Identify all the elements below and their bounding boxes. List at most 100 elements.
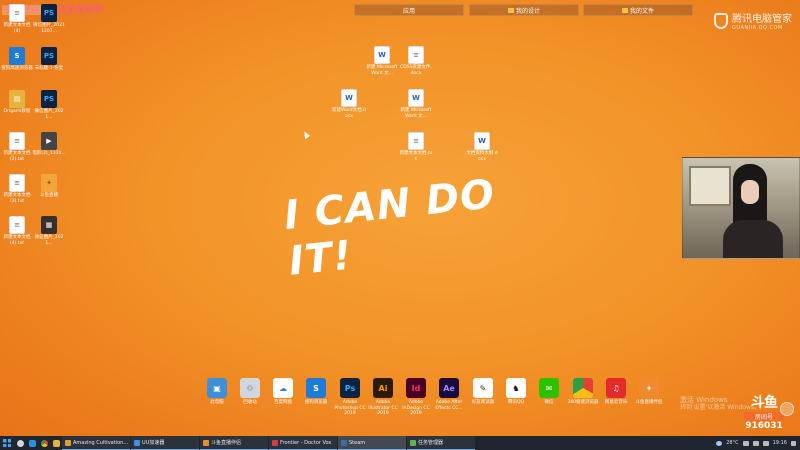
- tencent-pc-manager-watermark: 腾讯电脑管家 GUANJIA.QQ.COM: [714, 10, 792, 31]
- dock-item-label: 此电脑: [210, 400, 224, 405]
- taskbar-pinned-explorer[interactable]: [50, 436, 62, 450]
- dock-item-wechat[interactable]: ✉ 微信: [532, 378, 566, 406]
- streamer-body: [723, 220, 783, 258]
- desktop-icon[interactable]: PS 微信图片_2021...: [32, 90, 66, 120]
- uu-accelerator-icon: [134, 439, 140, 446]
- taskbar-task[interactable]: Frontier - Doctor Vox: [269, 436, 337, 450]
- desktop-icon[interactable]: ≡ 新建文本文档.txt: [399, 132, 433, 162]
- desktop-icon[interactable]: PS 未标题-1-恢复: [32, 47, 66, 72]
- taskbar-task-label: 斗鱼直播伴侣: [211, 440, 242, 446]
- room-label: 房间号: [744, 412, 784, 421]
- desktop-icon[interactable]: PS 微信图片_20211207...: [32, 4, 66, 34]
- dock-item-label: 好友阅读器: [471, 400, 495, 405]
- chrome-icon: [40, 439, 48, 447]
- mouse-cursor-icon: [301, 129, 311, 140]
- dock-item-photoshop[interactable]: Ps Adobe Photoshop CC 2019: [333, 378, 367, 417]
- desktop-dock: ▣ 此电脑 ♲ 回收站 ☁ 百度网盘 S 搜狗浏览器 Ps Adobe Phot…: [200, 378, 680, 418]
- desktop-icon-label: 新建Word文档.docx: [332, 108, 366, 119]
- dock-item-this-pc[interactable]: ▣ 此电脑: [200, 378, 234, 406]
- desktop-icon[interactable]: W 新建 Microsoft Word 文...: [365, 46, 399, 76]
- steam-icon: [341, 439, 347, 446]
- dock-item-douyu[interactable]: ✦ 斗鱼直播伴侣: [632, 378, 666, 406]
- taskbar-task[interactable]: Steam: [338, 436, 406, 450]
- dock-item-baidu-netdisk[interactable]: ☁ 百度网盘: [266, 378, 300, 406]
- taskbar-task[interactable]: Amazing Cultivation...: [62, 436, 130, 450]
- taskbar-pinned-ie[interactable]: [26, 436, 38, 450]
- sogou-browser-icon: S: [306, 378, 326, 398]
- notification-icon[interactable]: [791, 440, 796, 446]
- douyu-fish-icon: [780, 402, 794, 416]
- sogou-browser-icon: S: [9, 47, 25, 65]
- browser-icon: [573, 378, 593, 398]
- temperature: 28°C: [726, 440, 739, 446]
- folder-icon: [621, 7, 628, 13]
- dock-item-label: 百度网盘: [274, 400, 292, 405]
- taskbar-task-label: UU加速器: [142, 440, 165, 446]
- fence-apps[interactable]: 应用: [354, 4, 464, 16]
- desktop-icon[interactable]: ▤ Origami教程: [0, 90, 34, 115]
- desktop-icon-label: 新建 Microsoft Word 文...: [366, 65, 398, 76]
- desktop-icon-label: 斗鱼直播: [40, 193, 58, 198]
- desktop-icon[interactable]: ≡ 新建文本文档 (4): [0, 4, 34, 34]
- taskbar-task[interactable]: 斗鱼直播伴侣: [200, 436, 268, 450]
- input-method-icon[interactable]: [762, 440, 769, 446]
- fence-designs[interactable]: 我的设计: [469, 4, 579, 16]
- desktop-icon-label: 新建文本文档.txt: [399, 151, 433, 162]
- start-button[interactable]: [0, 436, 14, 450]
- desktop-icon[interactable]: W 新建Word文档.docx: [332, 89, 366, 119]
- volume-icon[interactable]: [752, 440, 759, 446]
- word-file-icon: W: [374, 46, 390, 64]
- taskbar-task-label: 任务管理器: [418, 440, 444, 446]
- app-icon: [272, 439, 278, 446]
- clock[interactable]: 19:16: [773, 440, 787, 446]
- watermark-domain: GUANJIA.QQ.COM: [732, 25, 783, 31]
- taskbar-pinned-chrome[interactable]: [38, 436, 50, 450]
- desktop-icon[interactable]: S 搜狗高速浏览器: [0, 47, 34, 72]
- streamer-face: [741, 180, 759, 204]
- weather-icon[interactable]: [716, 440, 723, 446]
- dock-item-after-effects[interactable]: Ae Adobe After Effects CC...: [432, 378, 466, 411]
- dock-item-reader[interactable]: ✎ 好友阅读器: [466, 378, 500, 406]
- desktop-icon[interactable]: ✦ 斗鱼直播: [32, 174, 66, 199]
- desktop-icon[interactable]: ≡ 新建文本文档 (4).txt: [0, 216, 34, 246]
- dock-item-netease-music[interactable]: ♫ 网易云音乐: [599, 378, 633, 406]
- desktop-icon[interactable]: W 文档资料大纲.docx: [465, 132, 499, 162]
- taskbar-pinned-search[interactable]: [14, 436, 26, 450]
- desktop-icon[interactable]: ≡ CDSS资源文件.docx: [399, 46, 433, 76]
- dock-item-sogou-browser[interactable]: S 搜狗浏览器: [299, 378, 333, 406]
- dock-item-label: 腾讯QQ: [507, 400, 525, 405]
- text-file-icon: ≡: [408, 132, 424, 150]
- desktop-icon[interactable]: ▦ 微信图片_2021...: [32, 216, 66, 246]
- folder-icon: ▤: [9, 90, 25, 108]
- cloud-icon: ☁: [273, 378, 293, 398]
- desktop-icon[interactable]: W 新建 Microsoft Word 文...: [399, 89, 433, 119]
- douyu-room-badge: 斗鱼 房间号 916031: [744, 392, 784, 431]
- taskbar-task[interactable]: UU加速器: [131, 436, 199, 450]
- taskbar-task[interactable]: 任务管理器: [407, 436, 475, 450]
- taskbar-task-label: Steam: [349, 439, 366, 446]
- dock-item-360-browser[interactable]: 360极速浏览器: [566, 378, 600, 406]
- dock-item-qq[interactable]: ♞ 腾讯QQ: [499, 378, 533, 406]
- desktop: 字体在这里 这里是说明 应用 我的设计 我的文件 腾讯电脑管家 GUANJIA.…: [0, 0, 800, 436]
- illustrator-icon: Ai: [373, 378, 393, 398]
- wechat-icon: ✉: [539, 378, 559, 398]
- photoshop-file-icon: PS: [41, 90, 57, 108]
- webcam-overlay: [682, 157, 800, 259]
- desktop-icon[interactable]: ≡ 新建文本文档 (2).txt: [0, 132, 34, 162]
- dock-item-illustrator[interactable]: Ai Adobe Illustrator CC 2019: [366, 378, 400, 417]
- word-file-icon: W: [408, 89, 424, 107]
- desktop-icon[interactable]: ≡ 新建文本文档 (3).txt: [0, 174, 34, 204]
- watermark-brand: 腾讯电脑管家: [732, 14, 792, 25]
- desktop-icon-label: 微信图片_20211207...: [33, 23, 65, 34]
- network-icon[interactable]: [742, 440, 749, 446]
- dock-item-recycle-bin[interactable]: ♲ 回收站: [233, 378, 267, 406]
- desktop-icon[interactable]: ▶ 电影(2)_1330...: [32, 132, 66, 157]
- image-file-icon: ▦: [41, 216, 57, 234]
- fence-files[interactable]: 我的文件: [583, 4, 693, 16]
- slogan-text: I CAN DO IT!: [281, 171, 498, 285]
- desktop-icon-label: 新建文本文档 (4).txt: [3, 235, 31, 246]
- desktop-icon-label: 文档资料大纲.docx: [466, 151, 498, 162]
- fence-label: 我的文件: [629, 7, 654, 15]
- dock-item-indesign[interactable]: Id Adobe InDesign CC 2019: [399, 378, 433, 417]
- dock-item-label: 网易云音乐: [604, 400, 628, 405]
